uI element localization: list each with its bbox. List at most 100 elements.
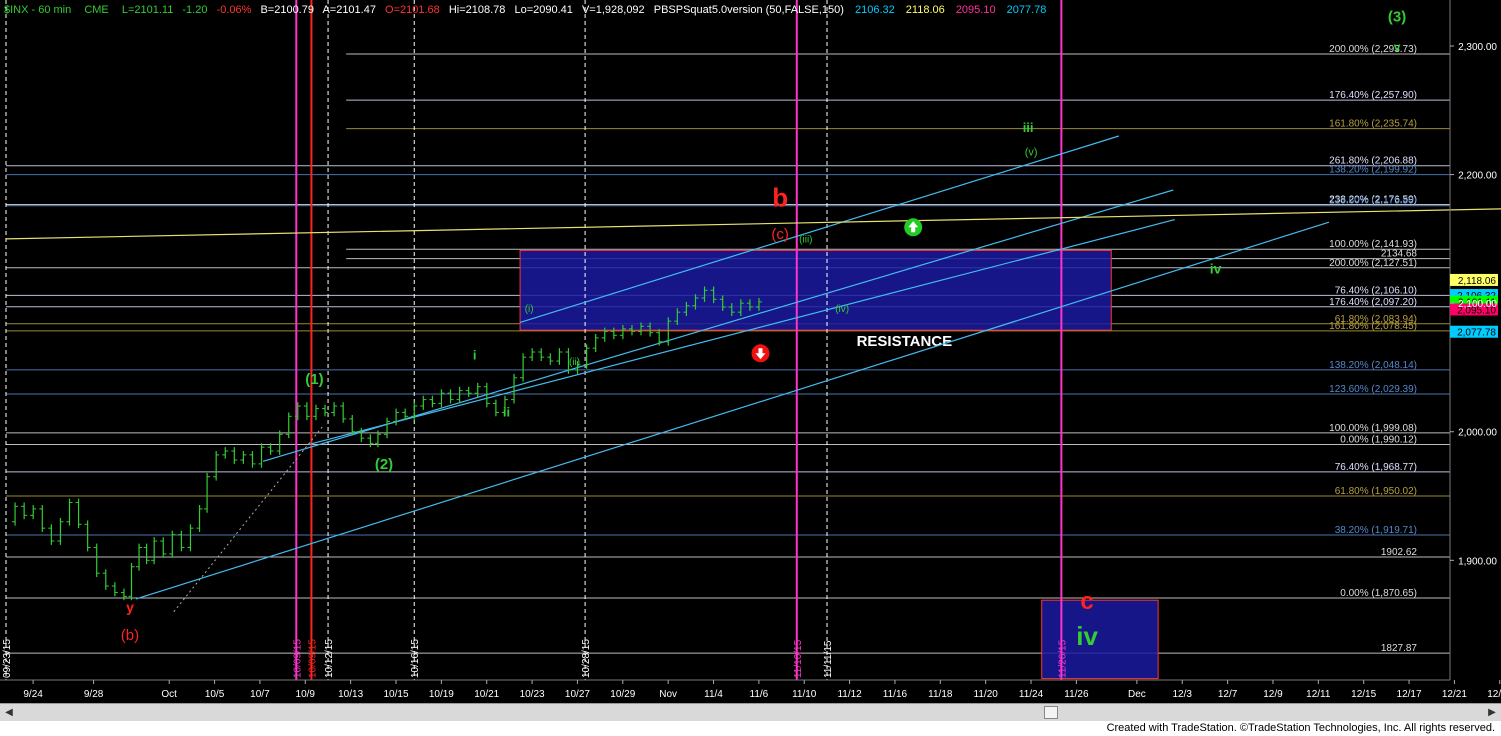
wave-label: (i) [525,304,534,315]
x-tick-label: 10/29 [610,689,635,700]
fib-level-label: 76.40% (1,968.77) [1335,462,1417,473]
x-tick-label: 11/6 [750,689,769,700]
wave-label: (c) [771,226,789,243]
horizontal-scrollbar[interactable]: ◀ ▶ [0,703,1501,722]
fib-level-label: 76.40% (2,106.10) [1335,285,1417,296]
fib-level-label: 138.20% (2,199.92) [1329,165,1417,176]
wave-label: ii [503,404,510,419]
x-tick-label: 11/20 [974,689,999,700]
fib-level-label: 1827.87 [1381,643,1418,654]
fib-level-label: 176.40% (2,097.20) [1329,297,1417,308]
study-name: PBSPSquat5.0version (50,FALSE,150) [654,4,844,16]
wave-label: (v) [1025,146,1038,158]
y-tick-label: 2,000.00 [1458,428,1497,439]
date-marker-label: 10/28/15 [581,639,592,678]
study-value-4: 2077.78 [1007,4,1047,16]
wave-label: c [1080,588,1093,615]
wave-label: (2) [375,456,393,473]
symbol: $INX - 60 min [4,4,71,16]
x-tick-label: 11/4 [704,689,723,700]
wave-label: iv [1076,621,1098,651]
wave-label: (iii) [799,235,812,246]
x-tick-label: 12/11 [1306,689,1331,700]
wave-label: (ii) [569,357,580,368]
x-tick-label: 10/27 [565,689,590,700]
open: O=2101.68 [385,4,440,16]
y-tick-label: 1,900.00 [1458,556,1497,567]
x-tick-label: Oct [161,689,177,700]
fib-level-label: 1902.62 [1381,547,1418,558]
wave-label: (1) [305,371,323,388]
fib-level-label: 161.80% (2,235.74) [1329,119,1417,130]
fib-level-label: 176.40% (2,257.90) [1329,90,1417,101]
change-pct: -0.06% [217,4,252,16]
footer: Created with TradeStation. ©TradeStation… [0,721,1501,736]
x-tick-label: 11/24 [1019,689,1044,700]
x-tick-label: 12/3 [1173,689,1193,700]
date-marker-label: 10/16/15 [410,639,421,678]
x-tick-label: 10/5 [205,689,225,700]
wave-label: y [126,599,134,615]
price-box-label: 2,077.78 [1457,328,1496,339]
fib-level-label: 200.00% (2,293.73) [1329,44,1417,55]
x-tick-label: 12/9 [1263,689,1283,700]
study-value-3: 2095.10 [956,4,996,16]
x-tick-label: 10/23 [520,689,545,700]
scroll-right-icon[interactable]: ▶ [1485,706,1499,719]
header-bar: $INX - 60 min CME L=2101.11 -1.20 -0.06%… [4,4,1046,16]
high: Hi=2108.78 [449,4,506,16]
x-tick-label: 12/23 [1487,689,1501,700]
y-tick-label: 2,100.00 [1458,299,1497,310]
fib-level-label: 38.20% (1,919.71) [1335,525,1417,536]
chart-background [0,0,1501,703]
fib-level-label: 0.00% (1,870.65) [1340,588,1417,599]
wave-label: b [772,183,788,213]
x-tick-label: 11/18 [928,689,953,700]
x-tick-label: 12/21 [1442,689,1467,700]
bid: B=2100.79 [260,4,314,16]
x-tick-label: Nov [659,689,677,700]
x-tick-label: 10/21 [474,689,499,700]
date-marker-label: 10/09/15 [307,639,318,678]
scroll-left-icon[interactable]: ◀ [2,706,16,719]
price-box-label: 2,118.06 [1458,276,1497,287]
resistance-zone [519,249,1112,331]
fib-level-label: 138.20% (2,048.14) [1329,360,1417,371]
fib-level-label: 123.60% (2,029.39) [1329,384,1417,395]
x-tick-label: 10/9 [296,689,316,700]
scroll-thumb[interactable] [1044,706,1058,719]
x-tick-label: Dec [1128,689,1146,700]
fib-level-label: 161.80% (2,078.45) [1329,321,1417,332]
wave-label: (b) [121,627,139,644]
x-tick-label: 11/16 [883,689,908,700]
study-value-2: 2118.06 [906,4,945,16]
x-tick-label: 9/24 [23,689,43,700]
volume: V=1,928,092 [582,4,645,16]
x-tick-label: 12/17 [1397,689,1422,700]
x-tick-label: 12/7 [1218,689,1238,700]
fib-level-label: 61.80% (1,950.02) [1335,486,1417,497]
wave-label: v [1394,40,1401,54]
ask: A=2101.47 [322,4,376,16]
low: Lo=2090.41 [514,4,572,16]
exchange: CME [84,4,108,16]
x-tick-label: 10/13 [338,689,363,700]
date-marker-label: 10/12/15 [324,639,335,678]
x-tick-label: 10/7 [250,689,270,700]
fib-level-label: 0.00% (1,990.12) [1340,434,1417,445]
wave-label: i [473,348,477,363]
header-text: $INX - 60 min CME L=2101.11 -1.20 -0.06%… [4,4,1046,16]
wave-label: (3) [1388,9,1406,26]
x-tick-label: 12/15 [1351,689,1376,700]
study-value-1: 2106.32 [855,4,895,16]
date-marker-label: 11/11/15 [823,640,834,678]
change: -1.20 [182,4,207,16]
wave-label: (iv) [835,304,849,315]
y-tick-label: 2,300.00 [1458,42,1497,53]
fib-level-label: 200.00% (2,127.51) [1329,258,1417,269]
y-tick-label: 2,200.00 [1458,171,1497,182]
wave-label: iv [1210,261,1222,277]
x-tick-label: 11/12 [837,689,862,700]
date-marker-label: 10/09/15 [292,639,303,678]
footer-credit: Created with TradeStation. ©TradeStation… [1106,722,1495,734]
